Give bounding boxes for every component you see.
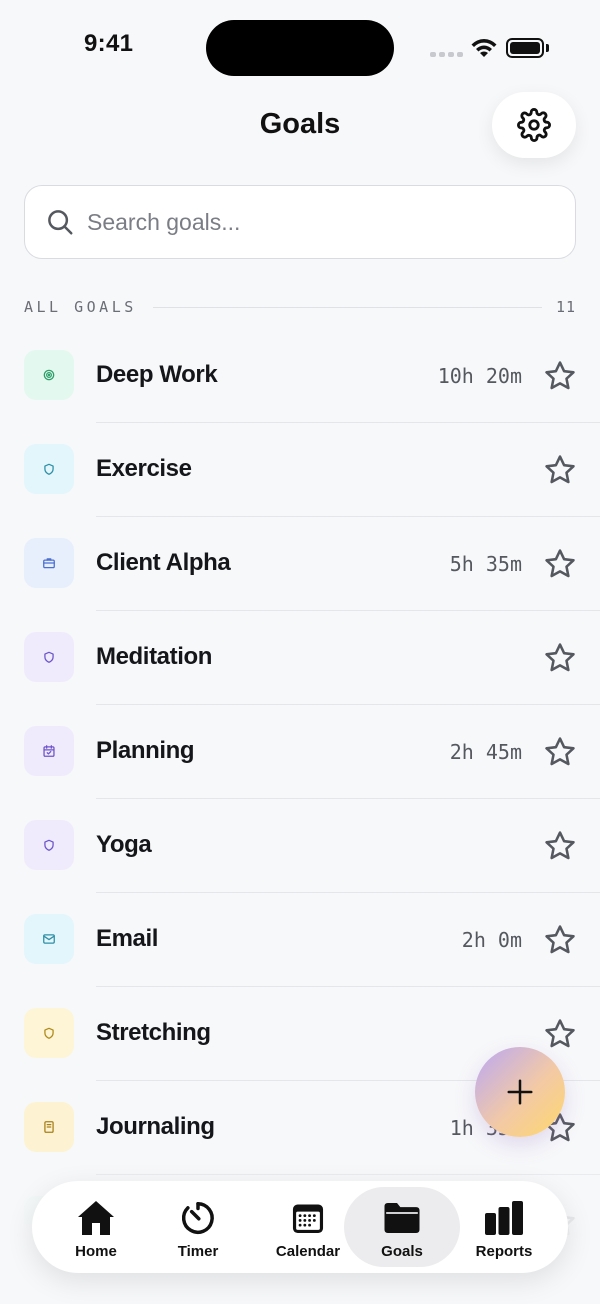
goal-name: Yoga — [96, 831, 152, 858]
goal-icon-tile — [24, 1008, 74, 1058]
goal-icon-tile — [24, 820, 74, 870]
goal-icon-tile — [24, 914, 74, 964]
settings-button[interactable] — [492, 92, 576, 158]
goal-name: Meditation — [96, 643, 212, 670]
section-label: ALL GOALS — [24, 298, 137, 316]
home-icon — [78, 1201, 114, 1235]
target-icon — [43, 369, 55, 381]
goal-row[interactable]: Planning 2h 45m — [0, 705, 600, 799]
timer-icon — [181, 1202, 214, 1234]
star-icon[interactable] — [543, 453, 577, 487]
star-icon[interactable] — [543, 641, 577, 675]
heart-icon — [44, 651, 54, 663]
goal-row[interactable]: Exercise — [0, 423, 600, 517]
star-icon[interactable] — [543, 923, 577, 957]
goal-name: Deep Work — [96, 361, 218, 388]
folder-icon — [384, 1203, 420, 1233]
section-divider — [152, 306, 542, 308]
section-header: ALL GOALS 11 — [24, 296, 576, 318]
add-goal-button[interactable] — [475, 1047, 565, 1137]
goal-row[interactable]: Client Alpha 5h 35m — [0, 517, 600, 611]
tab-label: Home — [75, 1243, 117, 1260]
mail-icon — [43, 934, 55, 944]
goal-name: Planning — [96, 737, 195, 764]
goal-row[interactable]: Deep Work 10h 20m — [0, 329, 600, 423]
goal-duration: 5h 35m — [449, 552, 522, 576]
tab-timer[interactable]: Timer — [144, 1187, 252, 1267]
search-icon — [48, 210, 73, 235]
goal-icon-tile — [24, 726, 74, 776]
notebook-icon — [44, 1121, 54, 1133]
section-count: 11 — [555, 298, 576, 316]
goal-icon-tile — [24, 1102, 74, 1152]
tab-label: Calendar — [275, 1243, 341, 1260]
calendar-icon — [292, 1204, 324, 1234]
briefcase-icon — [43, 558, 55, 569]
star-icon[interactable] — [543, 1017, 577, 1051]
goal-icon-tile — [24, 350, 74, 400]
battery-icon — [506, 38, 544, 58]
heart-icon — [44, 839, 54, 851]
tab-label: Timer — [177, 1243, 219, 1260]
goal-row[interactable]: Yoga — [0, 799, 600, 893]
goal-name: Stretching — [96, 1019, 211, 1046]
plus-icon — [507, 1079, 533, 1105]
goal-icon-tile — [24, 632, 74, 682]
goal-icon-tile — [24, 538, 74, 588]
tab-home[interactable]: Home — [40, 1187, 152, 1267]
goal-name: Email — [96, 925, 159, 952]
star-icon[interactable] — [543, 829, 577, 863]
goal-row[interactable]: Email 2h 0m — [0, 893, 600, 987]
status-bar: 9:41 — [0, 0, 600, 90]
tab-reports[interactable]: Reports — [450, 1187, 558, 1267]
battery-tip — [546, 44, 549, 52]
search-input[interactable] — [87, 208, 527, 236]
goal-row[interactable]: Meditation — [0, 611, 600, 705]
heart-icon — [44, 1027, 54, 1039]
goal-name: Journaling — [96, 1113, 215, 1140]
tab-bar: Home Timer Calendar Goals Reports — [32, 1181, 568, 1273]
wifi-icon — [471, 39, 497, 57]
bar-chart-icon — [485, 1201, 523, 1235]
goal-duration: 2h 45m — [449, 740, 522, 764]
calendar-check-icon — [43, 745, 55, 757]
gear-icon — [517, 108, 551, 142]
star-icon[interactable] — [543, 359, 577, 393]
heart-icon — [44, 463, 54, 475]
search-bar[interactable] — [24, 185, 576, 259]
status-time: 9:41 — [84, 30, 134, 57]
goal-name: Exercise — [96, 455, 192, 482]
goal-name: Client Alpha — [96, 549, 231, 576]
tab-label: Reports — [475, 1243, 533, 1260]
tab-label: Goals — [381, 1243, 423, 1260]
star-icon[interactable] — [543, 547, 577, 581]
goal-icon-tile — [24, 444, 74, 494]
goal-duration: 2h 0m — [461, 928, 522, 952]
cellular-signal-icon — [430, 52, 463, 57]
dynamic-island — [206, 20, 394, 76]
star-icon[interactable] — [543, 735, 577, 769]
goal-duration: 10h 20m — [437, 364, 522, 388]
tab-goals[interactable]: Goals — [344, 1187, 460, 1267]
